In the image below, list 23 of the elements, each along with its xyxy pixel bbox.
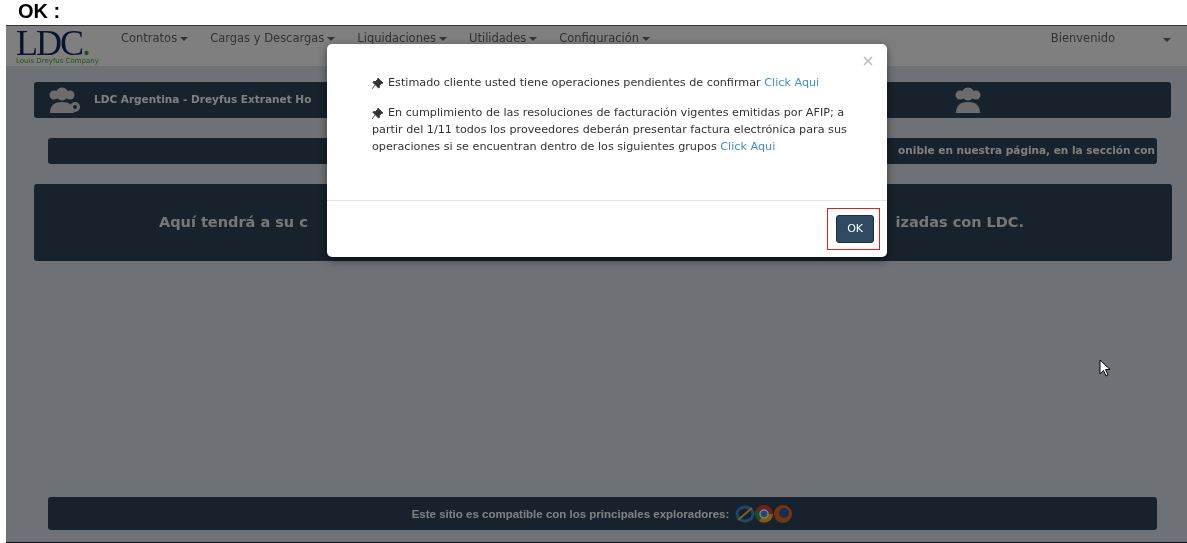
notice-text: onible en nuestra página, en la sección con [898, 143, 1155, 159]
welcome-text: izadas con LDC. [895, 212, 1024, 232]
logo[interactable]: LDC. [16, 27, 99, 58]
mouse-cursor-icon [1099, 359, 1111, 377]
footer-text: Este sitio es compatible con los principales exploradores: [411, 507, 730, 520]
panel-title: LDC Argentina - Dreyfus Extranet Ho [94, 92, 312, 108]
click-here-link[interactable]: Click Aqui [720, 140, 776, 153]
menu-item[interactable]: Liquidaciones [357, 30, 447, 48]
welcome-text: Aquí tendrá a su c [159, 212, 308, 232]
pin-icon [372, 76, 383, 89]
menu-item[interactable]: Utilidades [469, 30, 538, 48]
menu-item[interactable]: Contratos [120, 30, 189, 48]
modal-message: Estimado cliente usted tiene operaciones pendientes de confirmar Click Aqui [372, 74, 861, 91]
menu-item[interactable]: Configuración [559, 30, 651, 48]
close-icon [863, 56, 873, 66]
browser-icons-drawing [735, 503, 794, 524]
click-here-link[interactable]: Click Aqui [764, 76, 820, 89]
menu-item[interactable]: Cargas y Descargas [210, 30, 336, 48]
pin-icon [372, 106, 383, 119]
ok-button[interactable]: OK [836, 215, 874, 243]
user-menu[interactable]: Bienvenido [1050, 30, 1187, 48]
modal-message: En cumplimiento de las resoluciones de facturación vigentes emitidas por AFIP; a partir del 1/11 todos los proveedores deberán presentar factura electrónica para sus operaciones si se encuentran dentro de los siguientes grupos Click Aqui [372, 105, 848, 155]
page-caption: OK : [17, 0, 61, 18]
